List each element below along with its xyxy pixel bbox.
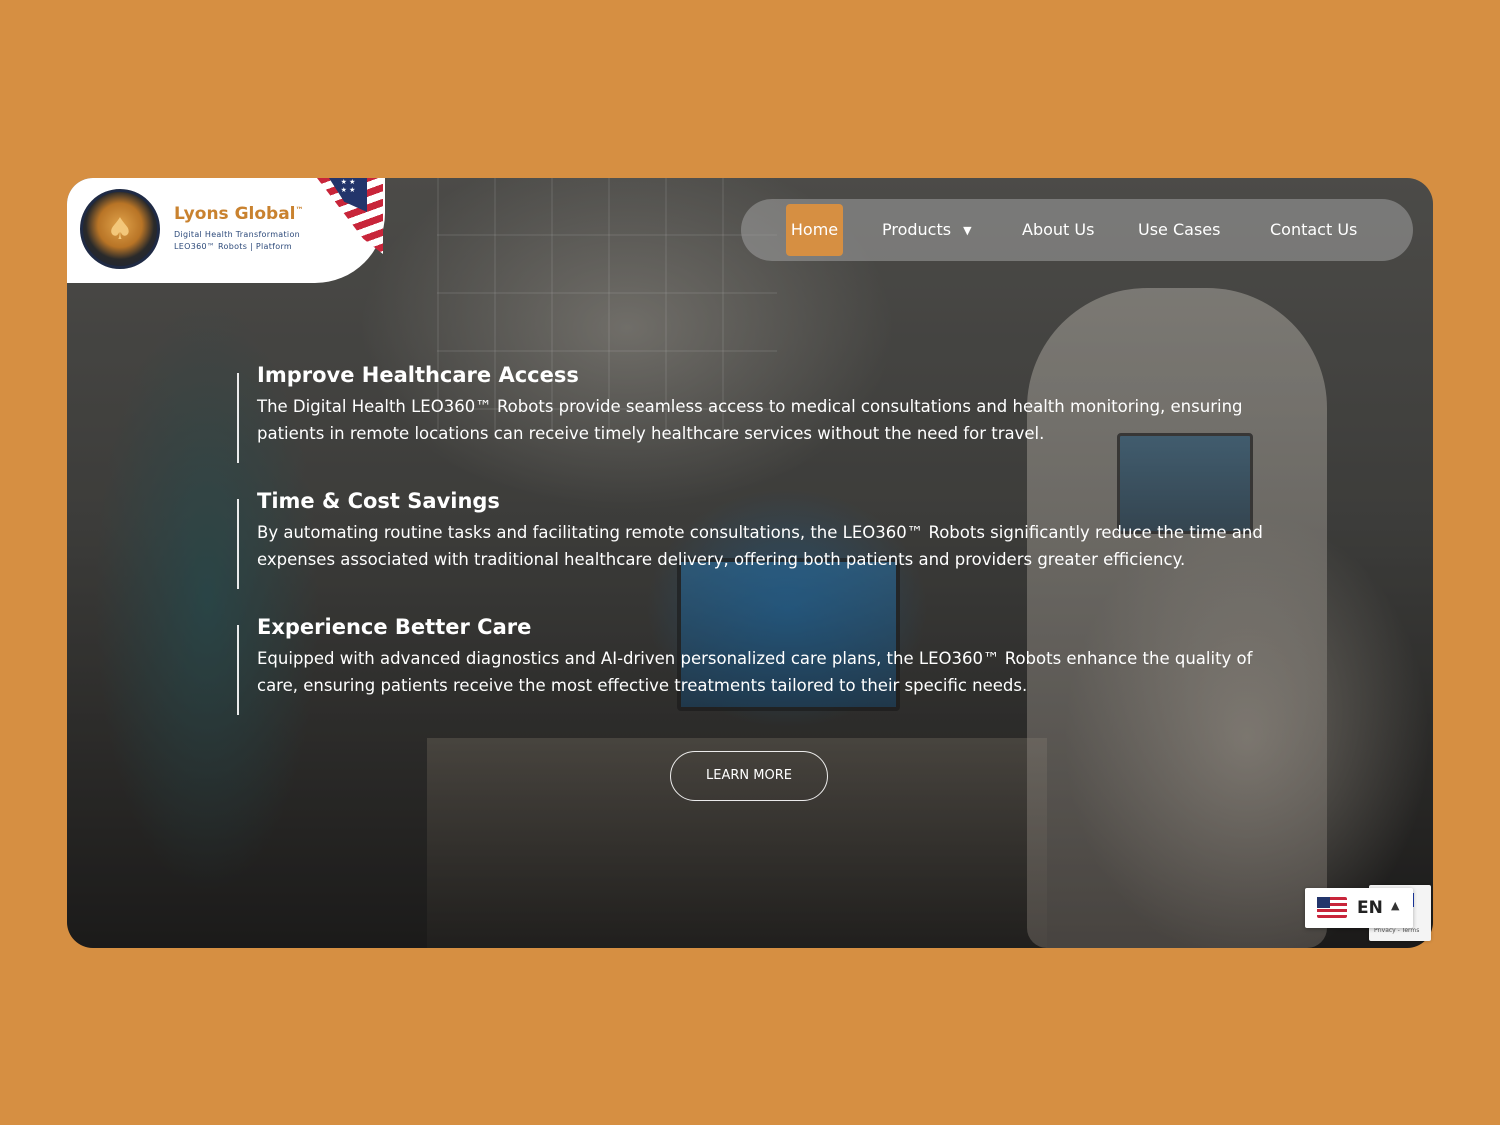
feature-block-care: Experience Better Care Equipped with adv… xyxy=(237,615,1267,715)
language-switcher[interactable]: EN ▲ xyxy=(1305,888,1413,928)
learn-more-button[interactable]: LEARN MORE xyxy=(670,751,828,801)
main-nav: Home Products ▼ About Us Use Cases Contac… xyxy=(741,199,1413,261)
feature-title: Improve Healthcare Access xyxy=(257,363,579,387)
lion-emblem-icon: ♠ xyxy=(80,189,160,269)
feature-text: By automating routine tasks and facilita… xyxy=(257,523,1263,569)
nav-item-products[interactable]: Products ▼ xyxy=(882,199,972,261)
feature-title: Experience Better Care xyxy=(257,615,532,639)
chevron-up-icon: ▲ xyxy=(1391,899,1400,912)
brand-tagline-line-2: LEO360™ Robots | Platform xyxy=(174,242,293,251)
feature-block-access: Improve Healthcare Access The Digital He… xyxy=(237,363,1267,463)
nav-item-use-cases[interactable]: Use Cases xyxy=(1138,199,1220,261)
brand-tagline-line-1: Digital Health Transformation xyxy=(174,230,301,239)
feature-block-savings: Time & Cost Savings By automating routin… xyxy=(237,489,1267,589)
brand-tagline: Digital Health Transformation LEO360™ Ro… xyxy=(174,229,300,253)
brand-name: Lyons Global™ xyxy=(174,204,304,224)
feature-divider xyxy=(237,373,239,463)
language-code: EN xyxy=(1357,898,1383,918)
recaptcha-text[interactable]: Privacy - Terms xyxy=(1374,927,1419,934)
feature-text: The Digital Health LEO360™ Robots provid… xyxy=(257,397,1243,443)
nav-item-about-us[interactable]: About Us xyxy=(1022,199,1094,261)
feature-text: Equipped with advanced diagnostics and A… xyxy=(257,649,1253,695)
feature-divider xyxy=(237,499,239,589)
nav-item-products-label: Products xyxy=(882,220,952,239)
us-flag-icon xyxy=(1317,897,1347,918)
feature-title: Time & Cost Savings xyxy=(257,489,500,513)
hero-section: ♠ Lyons Global™ Digital Health Transform… xyxy=(67,178,1433,948)
chevron-down-icon: ▼ xyxy=(963,224,972,237)
feature-divider xyxy=(237,625,239,715)
nav-item-contact-us[interactable]: Contact Us xyxy=(1270,199,1357,261)
nav-item-home[interactable]: Home xyxy=(786,204,843,256)
